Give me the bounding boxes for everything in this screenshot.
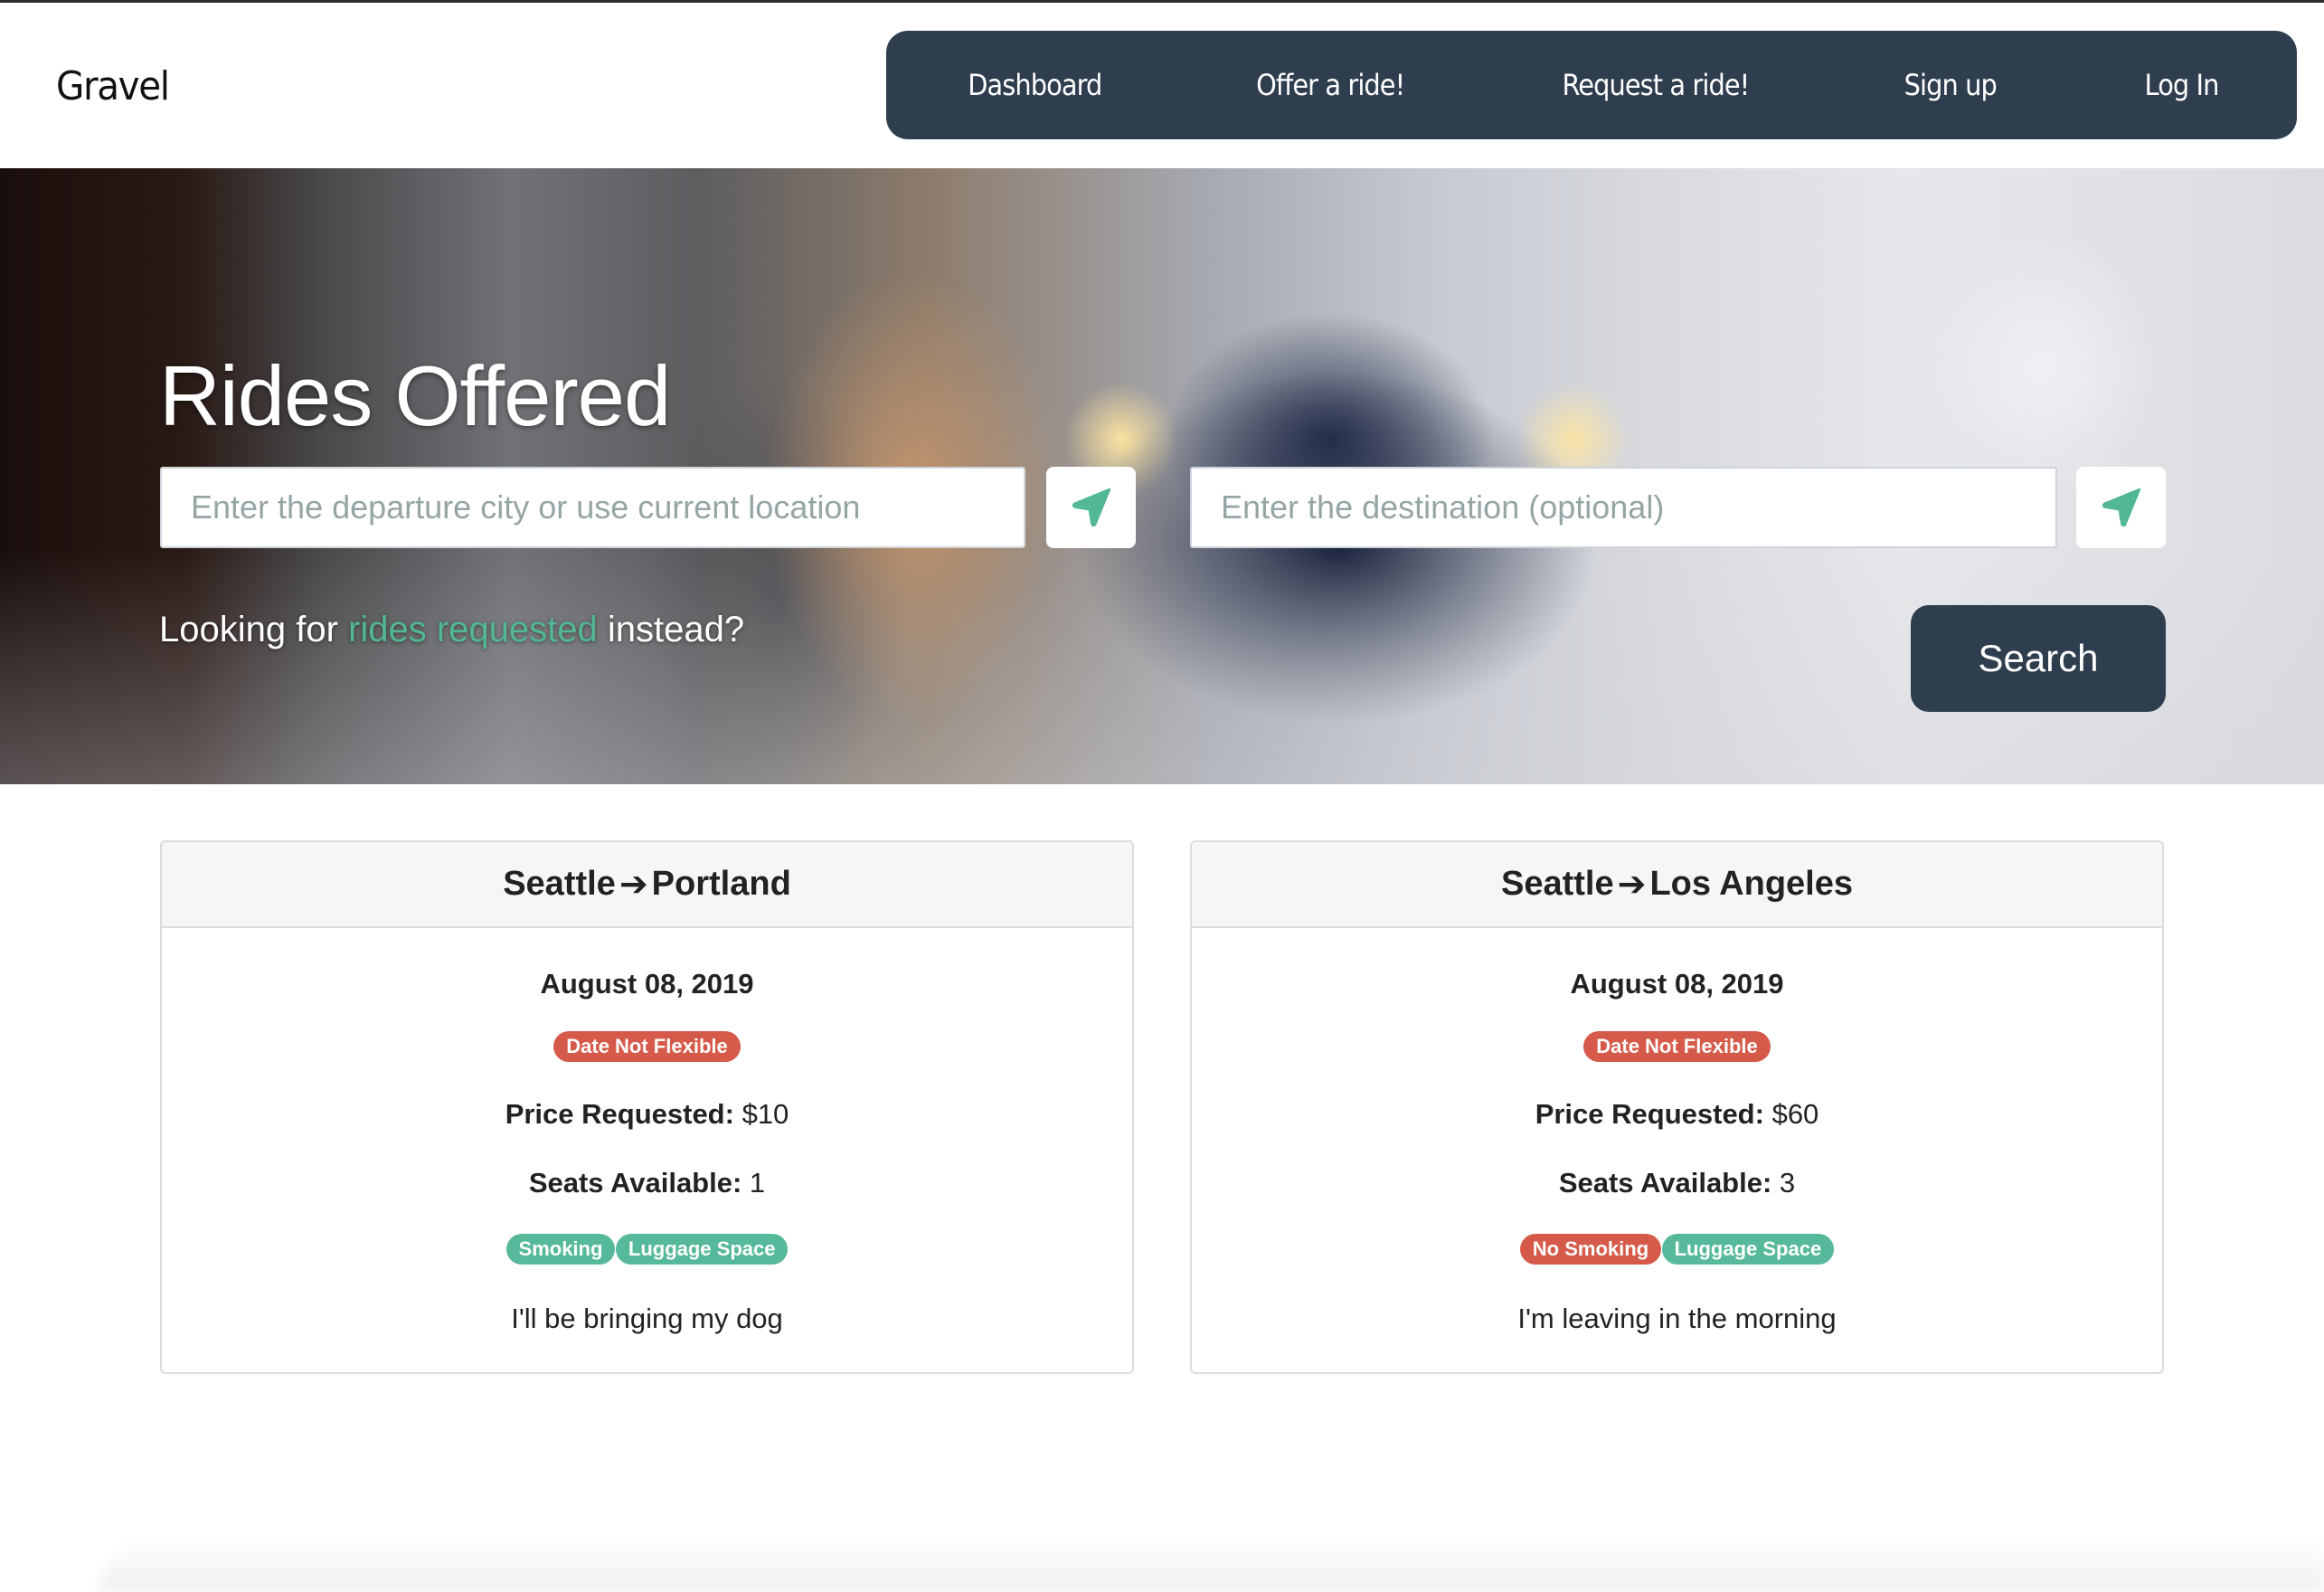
footer-edge: [99, 1538, 2324, 1592]
route-from: Seattle: [503, 865, 616, 903]
ride-route: Seattle ➔ Portland: [162, 842, 1132, 928]
location-arrow-icon: [2102, 488, 2140, 527]
destination-input[interactable]: [1190, 467, 2057, 548]
rides-requested-link[interactable]: rides requested: [348, 610, 598, 649]
search-button[interactable]: Search: [1911, 605, 2166, 712]
price-label: Price Requested:: [1535, 1098, 1764, 1130]
seats-available: Seats Available: 3: [1192, 1163, 2162, 1203]
hero-banner: Rides Offered Looking for rides requeste…: [0, 168, 2324, 784]
seats-available: Seats Available: 1: [162, 1163, 1132, 1203]
ride-card[interactable]: Seattle ➔ Portland August 08, 2019 Date …: [160, 840, 1134, 1374]
price-requested: Price Requested: $10: [162, 1094, 1132, 1134]
amenity-badge-no-smoking: No Smoking: [1519, 1234, 1662, 1265]
departure-input[interactable]: [160, 467, 1025, 548]
main-navbar: Dashboard Offer a ride! Request a ride! …: [886, 31, 2297, 139]
date-flexibility-badge: Date Not Flexible: [1583, 1031, 1771, 1062]
seats-value: 1: [749, 1167, 766, 1199]
rides-requested-prompt: Looking for rides requested instead?: [159, 610, 744, 650]
nav-request-ride[interactable]: Request a ride!: [1563, 68, 1751, 102]
amenity-badge-luggage: Luggage Space: [1661, 1234, 1835, 1265]
ride-date: August 08, 2019: [1570, 968, 1784, 1000]
price-label: Price Requested:: [505, 1098, 734, 1130]
price-requested: Price Requested: $60: [1192, 1094, 2162, 1134]
arrow-right-icon: ➔: [619, 866, 648, 904]
amenity-badge-smoking: Smoking: [505, 1234, 616, 1265]
amenity-badges: Smoking Luggage Space: [162, 1234, 1132, 1265]
amenity-badge-luggage: Luggage Space: [615, 1234, 789, 1265]
prompt-prefix: Looking for: [159, 610, 349, 649]
departure-current-location-button[interactable]: [1046, 467, 1136, 548]
nav-sign-up[interactable]: Sign up: [1904, 68, 1997, 102]
nav-log-in[interactable]: Log In: [2144, 68, 2219, 102]
location-arrow-icon: [1072, 488, 1110, 527]
destination-current-location-button[interactable]: [2076, 467, 2166, 548]
price-value: $10: [742, 1098, 789, 1130]
nav-offer-ride[interactable]: Offer a ride!: [1256, 68, 1405, 102]
ride-route: Seattle ➔ Los Angeles: [1192, 842, 2162, 928]
ride-date: August 08, 2019: [540, 968, 754, 1000]
route-from: Seattle: [1501, 865, 1614, 903]
brand-logo[interactable]: Gravel: [56, 63, 170, 109]
prompt-suffix: instead?: [597, 610, 745, 649]
arrow-right-icon: ➔: [1617, 866, 1647, 904]
price-value: $60: [1771, 1098, 1819, 1130]
seats-label: Seats Available:: [1558, 1167, 1772, 1199]
ride-card[interactable]: Seattle ➔ Los Angeles August 08, 2019 Da…: [1190, 840, 2164, 1374]
amenity-badges: No Smoking Luggage Space: [1192, 1234, 2162, 1265]
route-to: Los Angeles: [1649, 865, 1853, 903]
seats-label: Seats Available:: [528, 1167, 742, 1199]
date-flexibility-badge: Date Not Flexible: [553, 1031, 741, 1062]
ride-note: I'm leaving in the morning: [1517, 1303, 1837, 1334]
ride-note: I'll be bringing my dog: [511, 1303, 783, 1334]
page-title: Rides Offered: [159, 348, 671, 443]
route-to: Portland: [651, 865, 791, 903]
nav-dashboard[interactable]: Dashboard: [968, 68, 1102, 102]
top-border: [0, 0, 2324, 3]
seats-value: 3: [1779, 1167, 1796, 1199]
